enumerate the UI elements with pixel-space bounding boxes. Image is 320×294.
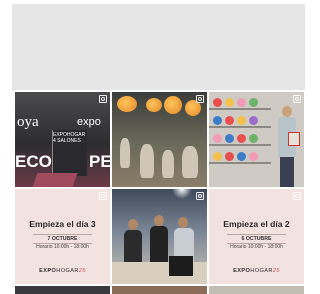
- grid-post-partial[interactable]: [15, 286, 110, 294]
- product-item: [213, 152, 222, 161]
- visitor-figure: [124, 230, 142, 262]
- promo-title: Empieza el día 3: [29, 219, 96, 229]
- lamp-shape: [146, 98, 162, 112]
- shelf: [209, 108, 271, 110]
- grid-post-colorful-shop[interactable]: [209, 92, 304, 187]
- lamp-shape: [117, 96, 137, 112]
- promo-date: 6 OCTUBRE: [241, 236, 272, 242]
- divider: [227, 234, 286, 235]
- ceiling-light: [172, 189, 192, 199]
- expohogar-logo: EXPOHOGAR25: [233, 268, 280, 274]
- product-item: [249, 134, 258, 143]
- product-item: [249, 152, 258, 161]
- product-item: [225, 116, 234, 125]
- promo-hours: Horario 10:00h - 18:00h: [230, 244, 283, 250]
- multiple-images-icon: [99, 95, 107, 103]
- visitor-head: [154, 215, 164, 226]
- product-item: [213, 116, 222, 125]
- red-carpet: [32, 173, 78, 187]
- shopper-figure: [276, 106, 300, 187]
- product-item: [249, 116, 258, 125]
- visitor-figure: [150, 226, 168, 262]
- sign-text-eco: ECO: [15, 152, 52, 171]
- grid-post-stand-visitors[interactable]: [112, 189, 207, 284]
- instagram-photo-grid: oya expo EXPOHOGAR 4 SALONES ECO PE Empi…: [15, 92, 304, 294]
- promo-hours: Horario 10:00h - 18:00h: [36, 244, 89, 250]
- display-box: [169, 256, 193, 276]
- product-item: [237, 116, 246, 125]
- multiple-images-icon: [293, 95, 301, 103]
- grid-post-partial[interactable]: [209, 286, 304, 294]
- grid-post-expo-overview[interactable]: oya expo EXPOHOGAR 4 SALONES ECO PE: [15, 92, 110, 187]
- vase-shape: [162, 150, 174, 178]
- shelf: [209, 126, 271, 128]
- product-item: [249, 98, 258, 107]
- product-item: [237, 152, 246, 161]
- expohogar-logo: EXPOHOGAR25: [39, 268, 86, 274]
- grid-post-promo-day-2[interactable]: Empieza el día 2 6 OCTUBRE Horario 10:00…: [209, 189, 304, 284]
- lamp-shape: [164, 96, 182, 114]
- multiple-images-icon: [99, 192, 107, 200]
- shelf: [209, 162, 271, 164]
- sign-text-expo: expo: [77, 116, 101, 128]
- sign-text-oya: oya: [17, 114, 39, 130]
- product-item: [237, 98, 246, 107]
- product-item: [225, 98, 234, 107]
- vase-shape: [182, 146, 198, 178]
- vase-shape: [120, 138, 130, 168]
- multiple-images-icon: [196, 192, 204, 200]
- multiple-images-icon: [293, 192, 301, 200]
- product-item: [225, 134, 234, 143]
- panel-text: EXPOHOGAR 4 SALONES: [53, 132, 86, 144]
- shelf: [209, 144, 271, 146]
- vase-shape: [140, 144, 154, 178]
- visitor-head: [178, 217, 188, 228]
- multiple-images-icon: [196, 95, 204, 103]
- product-item: [237, 134, 246, 143]
- promo-date: 7 OCTUBRE: [47, 236, 78, 242]
- product-item: [213, 134, 222, 143]
- product-item: [225, 152, 234, 161]
- divider: [33, 234, 92, 235]
- grid-post-partial[interactable]: [112, 286, 207, 294]
- visitor-head: [128, 219, 138, 230]
- sign-text-pe: PE: [89, 152, 110, 171]
- product-item: [213, 98, 222, 107]
- grid-post-lamps-stand[interactable]: [112, 92, 207, 187]
- header-placeholder: [12, 4, 305, 90]
- grid-post-promo-day-3[interactable]: Empieza el día 3 7 OCTUBRE Horario 10:00…: [15, 189, 110, 284]
- promo-title: Empieza el día 2: [223, 219, 290, 229]
